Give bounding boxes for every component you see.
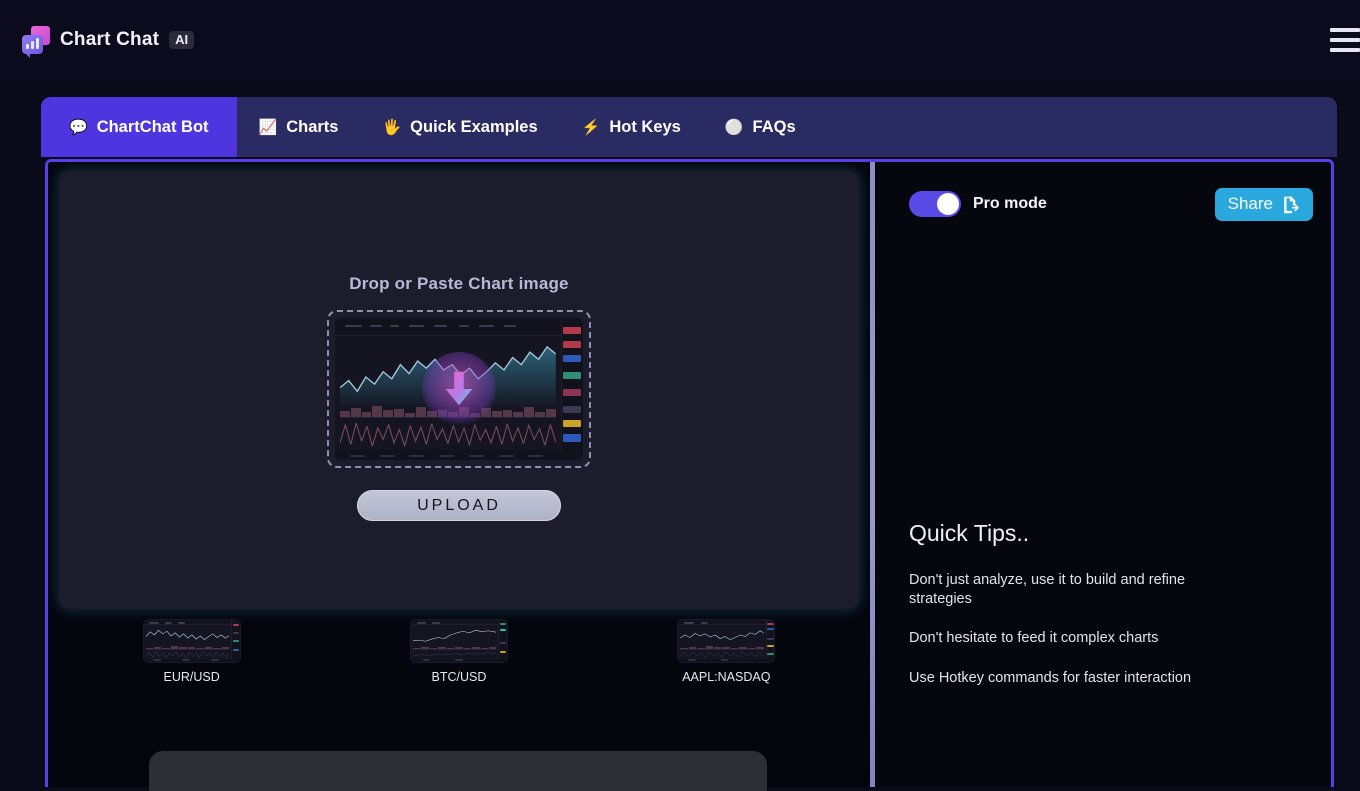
brand[interactable]: Chart Chat AI bbox=[22, 26, 195, 58]
example-chart-eurusd[interactable]: EUR/USD bbox=[117, 620, 267, 684]
speech-balloon-icon: 💬 bbox=[69, 118, 88, 136]
right-column: Pro mode Share Quick Tips.. Don't just a… bbox=[875, 162, 1331, 787]
pro-mode-label: Pro mode bbox=[973, 195, 1047, 212]
example-chart-btcusd[interactable]: BTC/USD bbox=[384, 620, 534, 684]
file-export-icon bbox=[1281, 195, 1300, 214]
share-button-label: Share bbox=[1227, 194, 1273, 213]
left-column: Drop or Paste Chart image UPLOAD EUR/USD… bbox=[48, 162, 870, 787]
example-chart-label: EUR/USD bbox=[163, 670, 220, 684]
upload-button[interactable]: UPLOAD bbox=[357, 490, 561, 521]
pro-mode-toggle[interactable] bbox=[909, 191, 961, 217]
right-toolbar: Pro mode Share bbox=[909, 184, 1313, 224]
example-chart-thumbnail bbox=[678, 620, 775, 662]
tab-bar: 💬 ChartChat Bot 📈 Charts 🖐 Quick Example… bbox=[41, 97, 1337, 157]
tab-label: Hot Keys bbox=[609, 117, 681, 136]
app-shell: 💬 ChartChat Bot 📈 Charts 🖐 Quick Example… bbox=[41, 97, 1337, 787]
chart-increasing-icon: 📈 bbox=[258, 118, 278, 136]
chart-chat-logo-icon bbox=[22, 26, 50, 58]
white-circle-icon: ⚪ bbox=[724, 118, 744, 136]
message-input[interactable] bbox=[149, 751, 767, 791]
quick-tips-section: Quick Tips.. Don't just analyze, use it … bbox=[909, 520, 1301, 708]
tab-label: Quick Examples bbox=[410, 117, 538, 136]
lightning-bolt-icon: ⚡ bbox=[581, 118, 601, 136]
tab-label: FAQs bbox=[752, 117, 796, 136]
tab-charts[interactable]: 📈 Charts bbox=[237, 97, 361, 157]
tab-hot-keys[interactable]: ⚡ Hot Keys bbox=[560, 97, 703, 157]
brand-badge: AI bbox=[169, 31, 195, 49]
top-bar: Chart Chat AI bbox=[0, 0, 1360, 80]
brand-name: Chart Chat bbox=[60, 29, 160, 50]
file-dropzone[interactable] bbox=[327, 310, 591, 468]
example-chart-label: AAPL:NASDAQ bbox=[682, 670, 771, 684]
tab-chartchat-bot[interactable]: 💬 ChartChat Bot bbox=[41, 97, 237, 157]
hamburger-menu-icon[interactable] bbox=[1330, 25, 1360, 55]
tab-label: ChartChat Bot bbox=[96, 117, 209, 136]
quick-tip-item: Don't just analyze, use it to build and … bbox=[909, 572, 1186, 607]
content-panel: Drop or Paste Chart image UPLOAD EUR/USD… bbox=[45, 159, 1334, 787]
tab-label: Charts bbox=[286, 117, 339, 136]
example-chart-aapl-nasdaq[interactable]: AAPL:NASDAQ bbox=[651, 620, 801, 684]
tab-quick-examples[interactable]: 🖐 Quick Examples bbox=[360, 97, 559, 157]
example-chart-thumbnail bbox=[143, 620, 240, 662]
quick-tip-item: Use Hotkey commands for faster interacti… bbox=[909, 669, 1192, 686]
quick-tip-item: Don't hesitate to feed it complex charts bbox=[909, 630, 1159, 647]
example-chart-thumbnail bbox=[410, 620, 507, 662]
quick-tips-title: Quick Tips.. bbox=[909, 520, 1030, 546]
drop-title: Drop or Paste Chart image bbox=[349, 274, 569, 293]
example-charts-strip: EUR/USD BTC/USD AAPL:NASDAQ bbox=[58, 620, 860, 684]
download-arrow-icon bbox=[422, 352, 496, 426]
tab-faqs[interactable]: ⚪ FAQs bbox=[703, 97, 818, 157]
raised-hand-icon: 🖐 bbox=[382, 118, 402, 136]
drop-card[interactable]: Drop or Paste Chart image UPLOAD bbox=[58, 170, 860, 610]
share-button[interactable]: Share bbox=[1214, 187, 1313, 221]
example-chart-label: BTC/USD bbox=[431, 670, 487, 684]
